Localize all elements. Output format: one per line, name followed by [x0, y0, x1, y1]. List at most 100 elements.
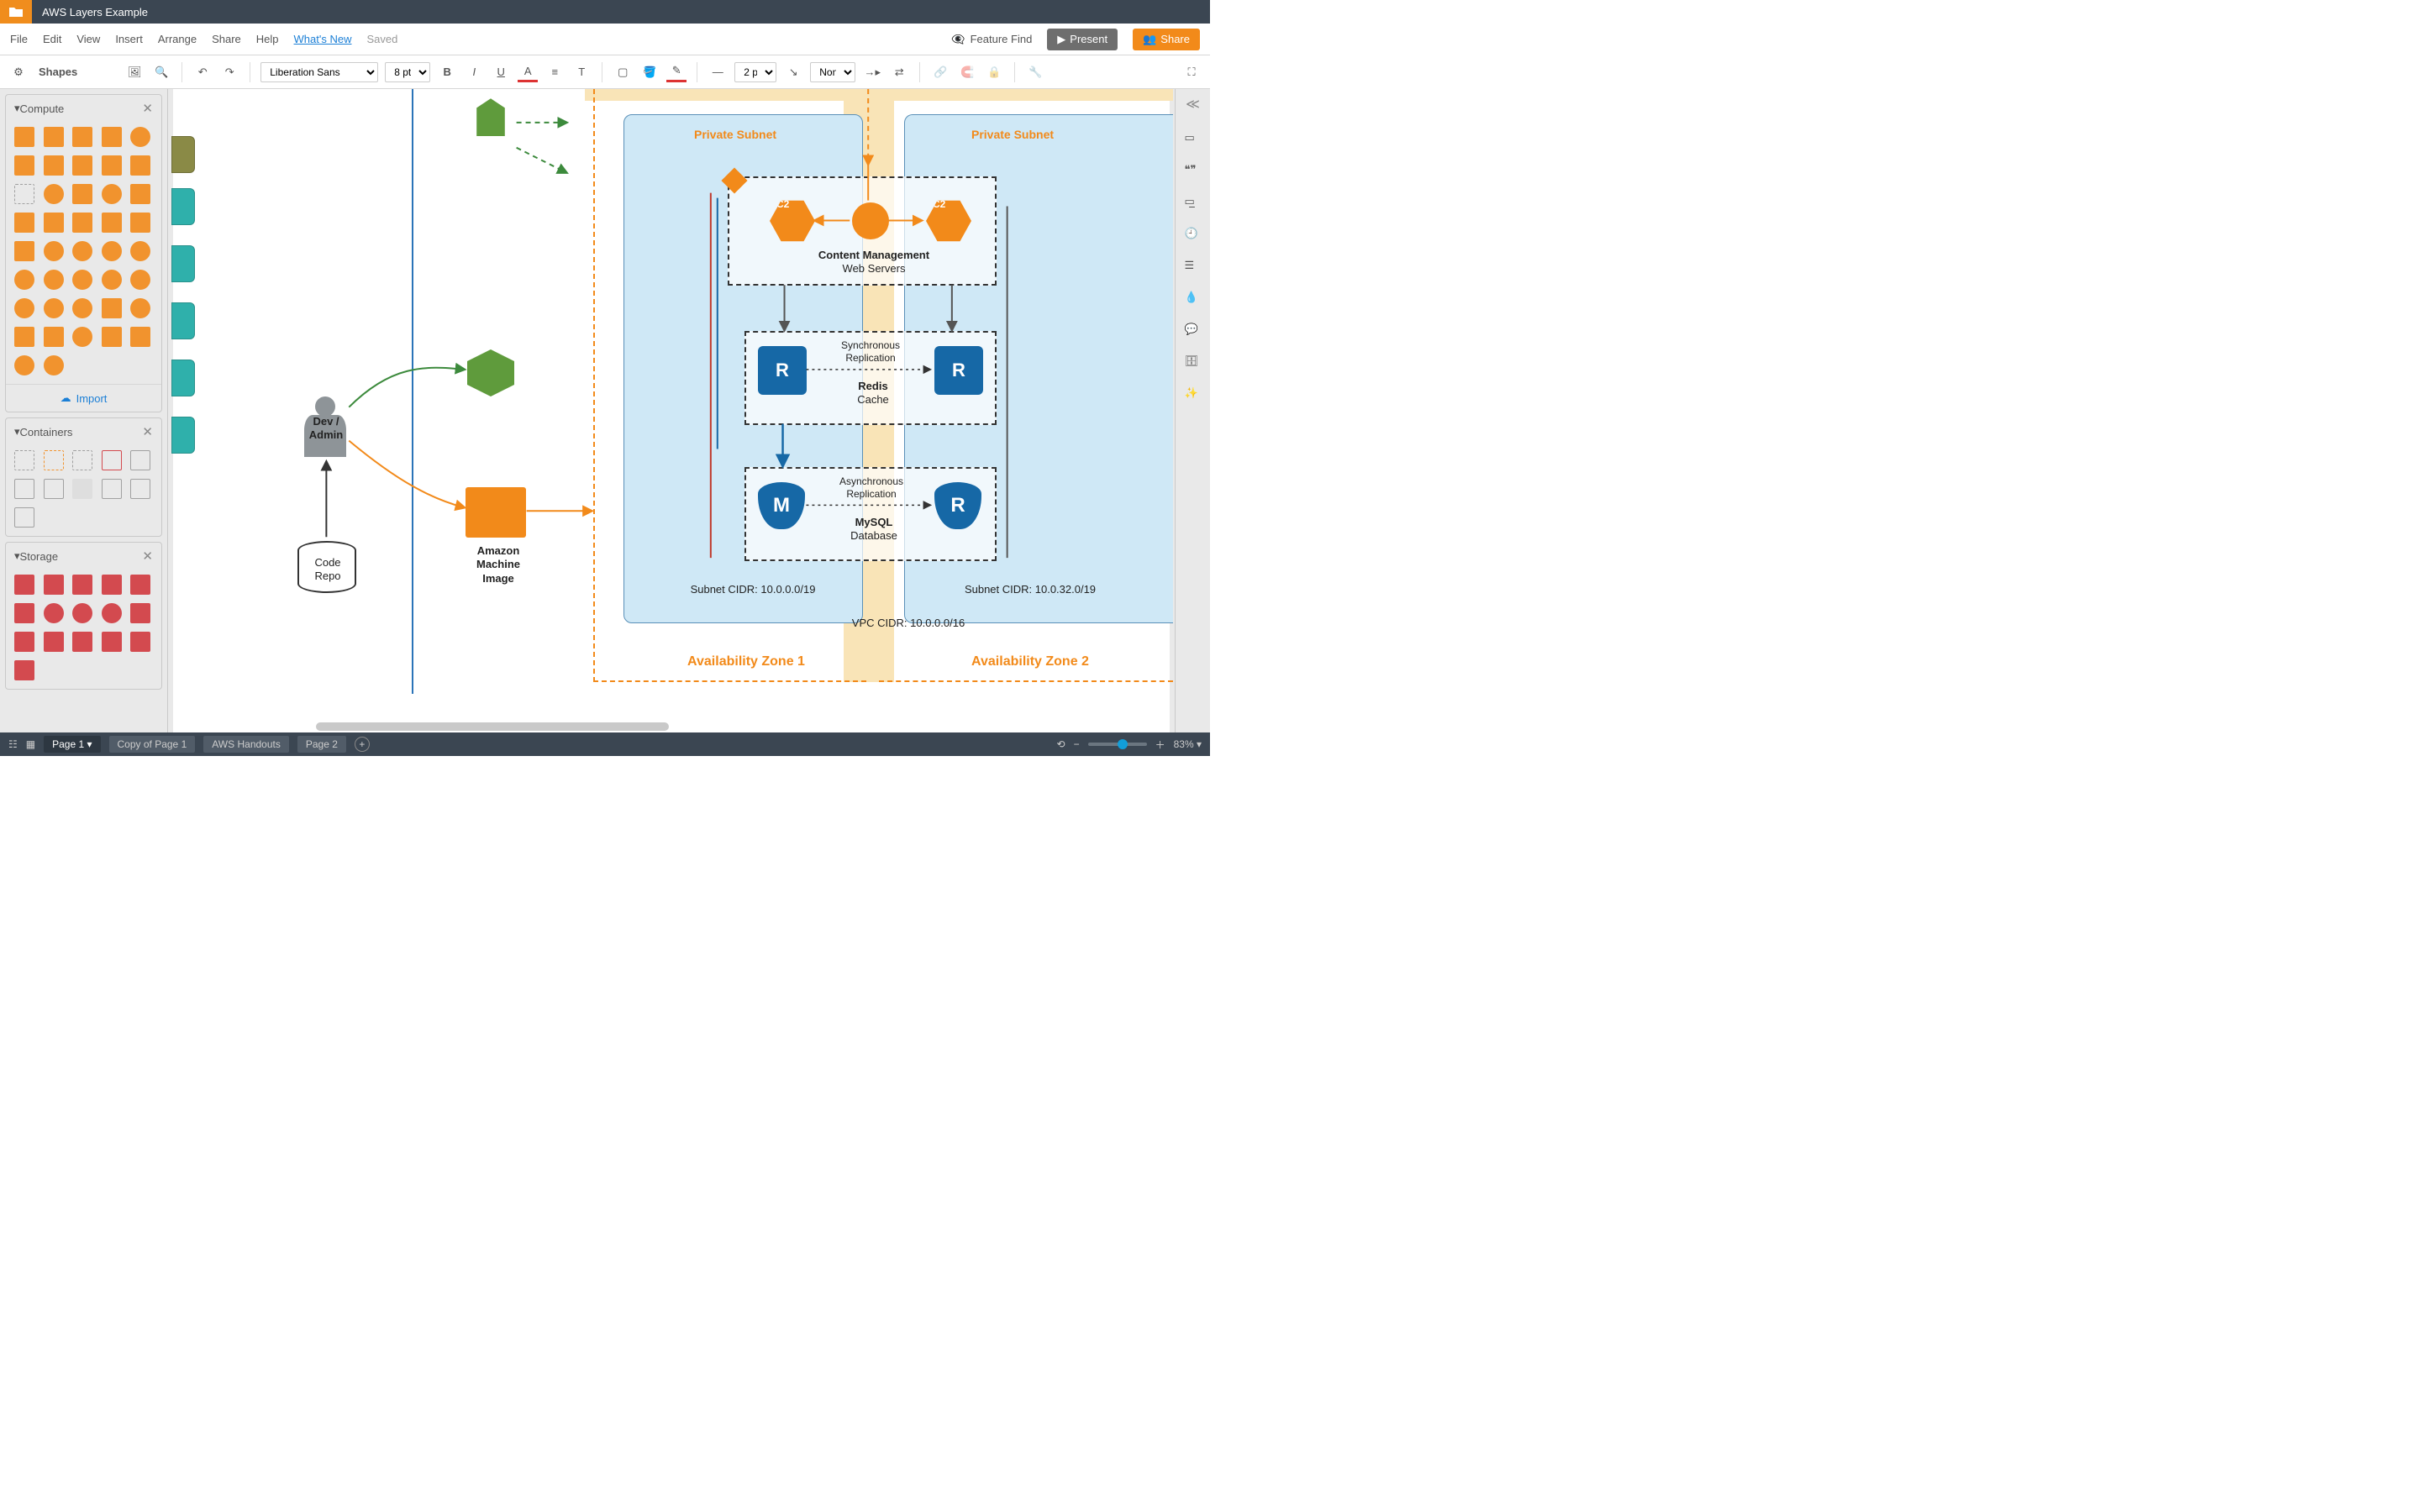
shape-item[interactable] — [44, 479, 64, 499]
shape-item[interactable] — [44, 603, 64, 623]
shape-item[interactable] — [44, 241, 64, 261]
shape-item[interactable] — [14, 327, 34, 347]
layers-icon[interactable]: ☰ — [1185, 259, 1202, 276]
tab-copy-page-1[interactable]: Copy of Page 1 — [109, 736, 196, 753]
shape-item[interactable] — [72, 184, 92, 204]
shape-item[interactable] — [14, 450, 34, 470]
load-balancer-icon[interactable] — [852, 202, 889, 239]
shape-item[interactable] — [102, 298, 122, 318]
close-icon[interactable]: ✕ — [142, 424, 153, 439]
link-icon[interactable]: 🔗 — [930, 62, 950, 82]
close-icon[interactable]: ✕ — [142, 101, 153, 116]
add-page-button[interactable]: + — [355, 737, 370, 752]
chat-icon[interactable]: 💬 — [1185, 323, 1202, 339]
shape-item[interactable] — [14, 298, 34, 318]
shape-item[interactable] — [14, 241, 34, 261]
italic-button[interactable]: I — [464, 62, 484, 82]
layer-tab[interactable] — [171, 136, 195, 173]
shape-item[interactable] — [130, 632, 150, 652]
tab-page-2[interactable]: Page 2 — [297, 736, 346, 753]
menu-arrange[interactable]: Arrange — [158, 33, 197, 45]
shape-item[interactable] — [44, 155, 64, 176]
menu-share[interactable]: Share — [212, 33, 241, 45]
shape-item[interactable] — [130, 603, 150, 623]
shape-item[interactable] — [130, 270, 150, 290]
section-storage-header[interactable]: ▾ Storage ✕ — [6, 543, 161, 570]
mysql-icon[interactable]: M — [758, 482, 805, 529]
shape-item[interactable] — [44, 575, 64, 595]
menu-edit[interactable]: Edit — [43, 33, 61, 45]
shape-item[interactable] — [102, 241, 122, 261]
line-arrow-right[interactable]: →▸ — [862, 62, 882, 82]
history-icon[interactable]: 🕘 — [1185, 227, 1202, 244]
magic-icon[interactable]: ✨ — [1185, 386, 1202, 403]
sync-icon[interactable]: ⟲ — [1057, 738, 1065, 750]
shape-item[interactable] — [72, 450, 92, 470]
shape-item[interactable] — [44, 184, 64, 204]
shape-item[interactable] — [14, 127, 34, 147]
shape-item[interactable] — [14, 270, 34, 290]
shape-item[interactable] — [102, 479, 122, 499]
shape-item[interactable] — [44, 127, 64, 147]
shape-item[interactable] — [72, 213, 92, 233]
section-containers-header[interactable]: ▾ Containers ✕ — [6, 418, 161, 445]
zoom-level[interactable]: 83% ▾ — [1174, 738, 1202, 750]
shape-item[interactable] — [130, 184, 150, 204]
shapes-label[interactable]: Shapes — [39, 66, 77, 78]
wrench-icon[interactable]: 🔧 — [1025, 62, 1045, 82]
list-view-icon[interactable]: ☷ — [8, 738, 18, 750]
gear-icon[interactable]: ⚙ — [8, 62, 29, 82]
shape-item[interactable] — [130, 127, 150, 147]
border-color-button[interactable]: ✎ — [666, 62, 687, 82]
shape-item[interactable] — [130, 241, 150, 261]
search-icon[interactable]: 🔍 — [151, 62, 171, 82]
bucket-icon[interactable]: 🪣 — [639, 62, 660, 82]
font-size-select[interactable]: 8 pt — [385, 62, 430, 82]
shape-item[interactable] — [102, 450, 122, 470]
shape-item[interactable] — [72, 479, 92, 499]
tab-page-1[interactable]: Page 1 ▾ — [44, 736, 100, 753]
text-style-button[interactable]: T — [571, 62, 592, 82]
swap-ends-button[interactable]: ⇄ — [889, 62, 909, 82]
feature-find[interactable]: 👁‍🗨 Feature Find — [951, 33, 1032, 46]
redo-button[interactable]: ↷ — [219, 62, 239, 82]
data-icon[interactable]: 🗄 — [1185, 354, 1202, 371]
section-compute-header[interactable]: ▾ Compute ✕ — [6, 95, 161, 122]
underline-button[interactable]: U — [491, 62, 511, 82]
close-icon[interactable]: ✕ — [142, 549, 153, 564]
align-button[interactable]: ≡ — [544, 62, 565, 82]
ami-icon[interactable] — [466, 487, 526, 538]
shape-item[interactable] — [130, 298, 150, 318]
shape-item[interactable] — [102, 270, 122, 290]
shape-item[interactable] — [130, 575, 150, 595]
collapse-rail-icon[interactable]: ≪ — [1186, 96, 1200, 113]
layer-tab[interactable] — [171, 360, 195, 396]
shape-item[interactable] — [72, 632, 92, 652]
import-button[interactable]: ☁ Import — [6, 384, 161, 412]
menu-view[interactable]: View — [76, 33, 100, 45]
menu-help[interactable]: Help — [256, 33, 279, 45]
shape-item[interactable] — [72, 155, 92, 176]
fullscreen-icon[interactable]: ⛶ — [1181, 62, 1202, 82]
comment-icon[interactable]: ❝❞ — [1185, 163, 1202, 180]
shape-item[interactable] — [102, 327, 122, 347]
redis-replica-icon[interactable]: R — [934, 346, 983, 395]
shape-item[interactable] — [44, 632, 64, 652]
shape-item[interactable] — [130, 327, 150, 347]
redis-icon[interactable]: R — [758, 346, 807, 395]
ec2-icon[interactable]: EC2 — [926, 198, 971, 244]
shape-item[interactable] — [44, 327, 64, 347]
shape-item[interactable] — [14, 660, 34, 680]
text-color-button[interactable]: A — [518, 62, 538, 82]
present-button[interactable]: ▶ Present — [1047, 29, 1118, 50]
shape-item[interactable] — [44, 355, 64, 375]
shape-item[interactable] — [102, 155, 122, 176]
shape-item[interactable] — [102, 213, 122, 233]
app-logo[interactable] — [0, 0, 32, 24]
codecommit-icon[interactable] — [467, 349, 514, 396]
page-icon[interactable]: ▭ — [1185, 131, 1202, 148]
h-scrollbar[interactable] — [316, 722, 669, 731]
presentation-icon[interactable]: ▭̲ — [1185, 195, 1202, 212]
shape-item[interactable] — [44, 270, 64, 290]
canvas-area[interactable]: Private Subnet Private Subnet EC2 EC2 Co… — [168, 89, 1175, 732]
